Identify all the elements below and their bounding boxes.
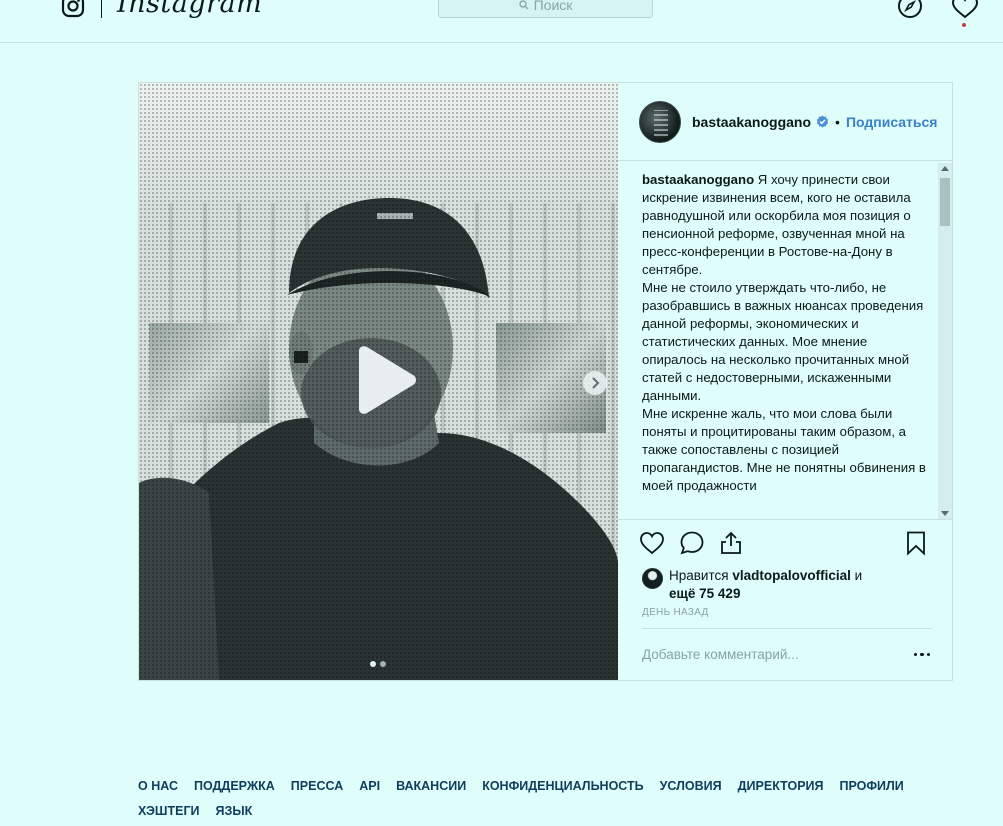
post-timestamp[interactable]: день назад — [642, 607, 709, 618]
footer-link-press[interactable]: ПРЕССА — [291, 778, 343, 795]
comment-input[interactable] — [642, 647, 882, 662]
bookmark-button[interactable] — [903, 530, 929, 556]
caption-paragraph: Мне искренне жаль, что мои слова были по… — [642, 406, 926, 493]
caption-username[interactable]: bastaakanoggano — [642, 172, 754, 187]
scroll-up-arrow[interactable] — [941, 166, 949, 171]
more-dot — [920, 652, 924, 657]
more-dot — [926, 652, 930, 657]
carousel-indicator — [370, 661, 386, 667]
avatar[interactable] — [639, 100, 681, 143]
share-icon — [721, 531, 741, 554]
carousel-dot-active — [370, 661, 376, 667]
caption-paragraph: bastaakanoggano Я хочу принести свои иск… — [642, 171, 932, 279]
post-sidebar: bastaakanoggano • Подписаться bastaakano… — [618, 83, 952, 680]
likes-prefix: Нравится — [669, 568, 729, 583]
caption-text: Я хочу принести свои искрение извинения … — [642, 172, 911, 277]
follow-button[interactable]: Подписаться — [846, 114, 938, 130]
post-actions — [618, 519, 952, 567]
share-button[interactable] — [718, 530, 744, 556]
caption-scrollbar[interactable] — [938, 163, 952, 519]
chevron-right-icon — [592, 377, 600, 389]
footer-link-language[interactable]: ЯЗЫК — [216, 803, 253, 820]
bookmark-icon — [907, 531, 925, 556]
instagram-camera-icon[interactable] — [61, 0, 85, 18]
search-placeholder: Поиск — [533, 0, 573, 13]
search-input[interactable]: Поиск — [438, 0, 653, 18]
footer-link-terms[interactable]: УСЛОВИЯ — [660, 778, 722, 795]
play-icon[interactable] — [351, 345, 417, 415]
likes-count[interactable]: ещё 75 429 — [669, 586, 740, 601]
likes-text: Нравится vladtopalovofficial и ещё 75 42… — [669, 567, 862, 603]
footer-link-privacy[interactable]: КОНФИДЕНЦИАЛЬНОСТЬ — [482, 778, 643, 795]
post-header: bastaakanoggano • Подписаться — [618, 83, 952, 161]
like-icon — [640, 532, 664, 555]
caption-paragraph: Мне не стоило утверждать что-либо, не ра… — [642, 280, 924, 403]
logo-divider — [101, 0, 102, 18]
carousel-next-button[interactable] — [583, 371, 607, 395]
footer-link-hashtags[interactable]: ХЭШТЕГИ — [138, 803, 200, 820]
instagram-wordmark[interactable]: Instagram — [117, 0, 262, 19]
liker-username[interactable]: vladtopalovofficial — [732, 568, 851, 583]
footer-link-about[interactable]: О НАС — [138, 778, 178, 795]
scroll-down-arrow[interactable] — [941, 511, 949, 516]
footer-link-jobs[interactable]: ВАКАНСИИ — [396, 778, 466, 795]
more-dot — [913, 652, 917, 657]
top-nav: Instagram Поиск — [0, 0, 1003, 43]
header-separator: • — [835, 113, 840, 130]
post-username[interactable]: bastaakanoggano — [692, 114, 811, 130]
footer-link-support[interactable]: ПОДДЕРЖКА — [194, 778, 275, 795]
footer-links: О НАС ПОДДЕРЖКА ПРЕССА API ВАКАНСИИ КОНФ… — [138, 778, 958, 820]
comment-icon — [680, 531, 704, 555]
footer-link-profiles[interactable]: ПРОФИЛИ — [840, 778, 904, 795]
comment-bar — [642, 628, 932, 680]
like-button[interactable] — [639, 530, 665, 556]
post-video[interactable] — [139, 83, 618, 680]
verified-icon — [816, 115, 829, 128]
search-icon — [518, 0, 529, 10]
likes-summary: Нравится vladtopalovofficial и ещё 75 42… — [642, 567, 932, 603]
liker-avatar[interactable] — [642, 568, 663, 589]
footer-link-directory[interactable]: ДИРЕКТОРИЯ — [738, 778, 824, 795]
scrollbar-thumb[interactable] — [940, 178, 950, 226]
compass-icon[interactable] — [897, 0, 923, 19]
comment-button[interactable] — [679, 530, 705, 556]
more-icon[interactable] — [913, 645, 933, 665]
heart-icon[interactable] — [951, 0, 979, 19]
footer-link-api[interactable]: API — [359, 778, 380, 795]
post-card: bastaakanoggano • Подписаться bastaakano… — [138, 82, 953, 681]
carousel-dot — [380, 661, 386, 667]
likes-and: и — [854, 568, 863, 583]
notification-dot — [962, 23, 966, 27]
